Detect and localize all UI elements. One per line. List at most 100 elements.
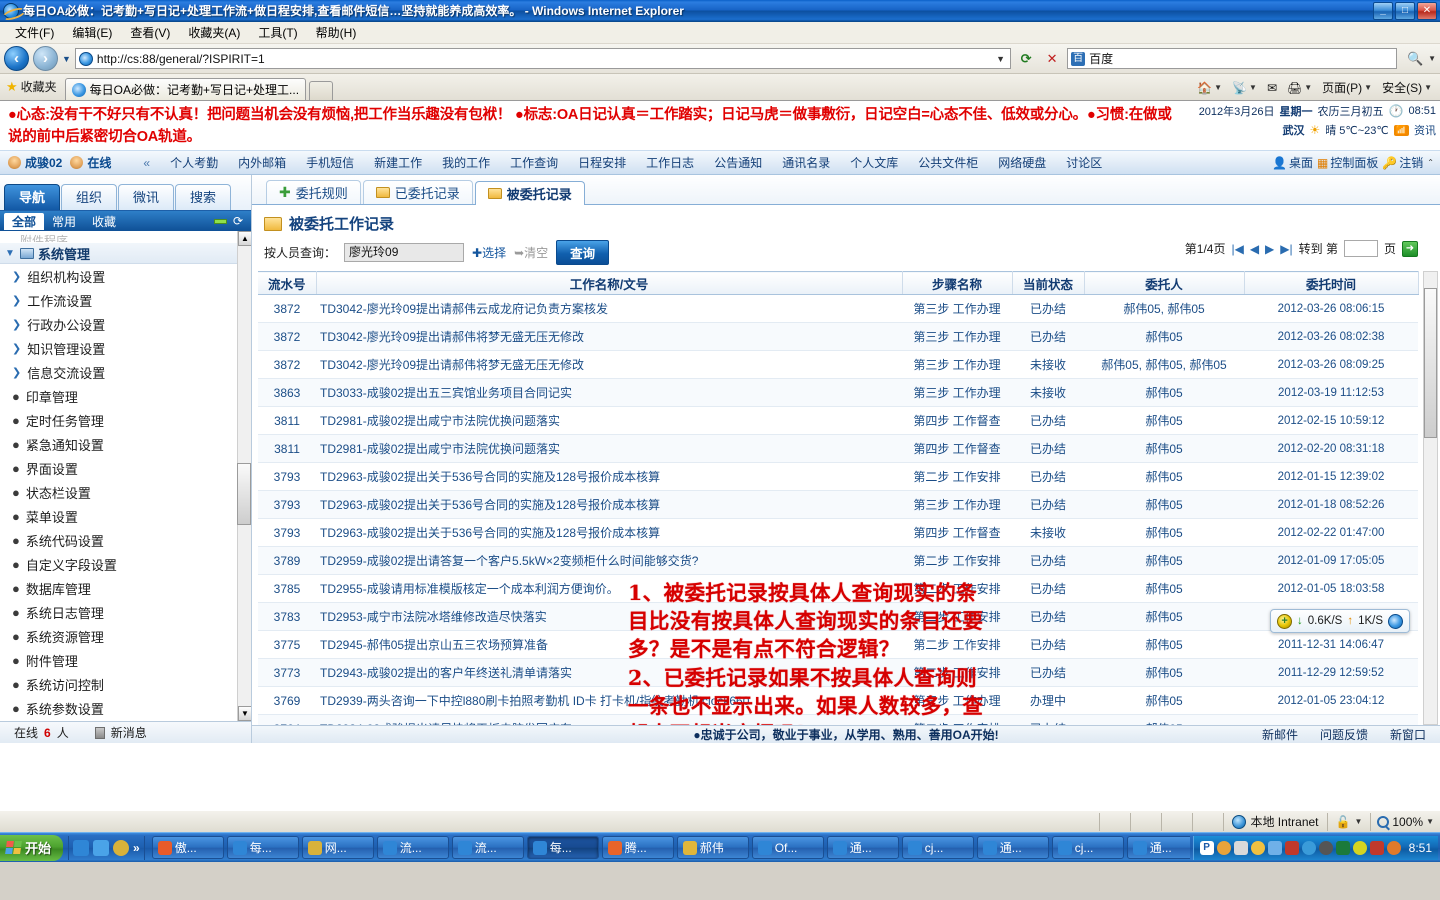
protected-mode-indicator[interactable]: 🔓 ▼ xyxy=(1328,815,1371,829)
sidebar-item[interactable]: ❯ 信息交流设置 xyxy=(0,360,237,384)
menu-favorites[interactable]: 收藏夹(A) xyxy=(179,22,249,43)
refresh-button[interactable]: ⟳ xyxy=(1015,48,1037,70)
nav-collapse-icon[interactable]: « xyxy=(133,156,160,170)
cell-work-name[interactable]: TD2943-成骏02提出的客户年终送礼清单请落实 xyxy=(316,658,902,687)
menu-edit[interactable]: 编辑(E) xyxy=(63,22,121,43)
sidebar-tab-organization[interactable]: 组织 xyxy=(61,184,117,210)
nav-item-my-work[interactable]: 我的工作 xyxy=(432,154,500,171)
sidebar-item[interactable]: ● 印章管理 xyxy=(0,384,237,408)
col-current-state[interactable]: 当前状态 xyxy=(1012,271,1085,295)
tab-delegated-records[interactable]: 已委托记录 xyxy=(362,180,473,204)
col-delegate-time[interactable]: 委托时间 xyxy=(1244,271,1419,295)
table-row[interactable]: 3793 TD2963-成骏02提出关于536号合同的实施及128号报价成本核算第… xyxy=(258,462,1418,491)
sidebar-item-attachment-program[interactable]: 附件程序 xyxy=(0,231,237,242)
tray-box-icon[interactable] xyxy=(1369,840,1384,855)
tray-antivirus-icon[interactable] xyxy=(1233,840,1248,855)
quicklaunch-search-icon[interactable] xyxy=(113,839,130,856)
sidebar-item[interactable]: ● 附件管理 xyxy=(0,648,237,672)
tray-network-icon[interactable] xyxy=(1267,840,1282,855)
menu-help[interactable]: 帮助(H) xyxy=(307,22,366,43)
minimize-icon[interactable] xyxy=(213,218,227,224)
table-row[interactable]: 3769 TD2939-两头咨询一下中控l880刷卡拍照考勤机 ID卡 打卡机/指… xyxy=(258,686,1418,715)
prev-page-icon[interactable]: ◀ xyxy=(1250,242,1259,256)
taskbar-button[interactable]: 流... xyxy=(376,836,449,859)
table-row[interactable]: 3783 TD2953-咸宁市法院冰塔维修改造尽快落实 第二步 工作安排 已办结 郝伟0… xyxy=(258,602,1418,631)
quicklaunch-more-icon[interactable]: » xyxy=(133,841,140,855)
feeds-button[interactable]: 📡 ▼ xyxy=(1228,80,1261,96)
sidebar-item[interactable]: ● 系统代码设置 xyxy=(0,528,237,552)
sidebar-item[interactable]: ● 状态栏设置 xyxy=(0,480,237,504)
sidebar-item[interactable]: ❯ 工作流设置 xyxy=(0,288,237,312)
mail-button[interactable]: ✉ xyxy=(1263,80,1281,96)
col-work-name[interactable]: 工作名称/文号 xyxy=(316,271,903,295)
first-page-icon[interactable]: |◀ xyxy=(1231,242,1243,256)
tray-star-icon[interactable] xyxy=(1250,840,1265,855)
refresh-icon[interactable]: ⟳ xyxy=(233,214,243,228)
sidebar-item[interactable]: ❯ 行政办公设置 xyxy=(0,312,237,336)
nav-item-contacts[interactable]: 通讯名录 xyxy=(772,154,840,171)
minimize-button[interactable]: _ xyxy=(1373,1,1393,20)
cell-work-name[interactable]: TD2955-成骏请用标准模版核定一个成本利润方便询价。 xyxy=(316,574,902,603)
menu-view[interactable]: 查看(V) xyxy=(121,22,179,43)
sidebar-item[interactable]: ● 系统参数设置 xyxy=(0,696,237,720)
table-row[interactable]: 3793 TD2963-成骏02提出关于536号合同的实施及128号报价成本核算第… xyxy=(258,518,1418,547)
news-link[interactable]: 资讯 xyxy=(1414,122,1436,138)
forward-button[interactable]: › xyxy=(33,46,58,71)
security-zone[interactable]: 本地 Intranet xyxy=(1224,813,1326,830)
query-button[interactable]: 查询 xyxy=(556,240,610,265)
nav-item-personal-library[interactable]: 个人文库 xyxy=(840,154,908,171)
logout-link[interactable]: 🔑 注销 xyxy=(1382,154,1423,171)
tray-download-icon[interactable] xyxy=(1335,840,1350,855)
search-input[interactable]: 百 百度 xyxy=(1067,48,1398,69)
nav-item-new-work[interactable]: 新建工作 xyxy=(364,154,432,171)
table-row[interactable]: 3773 TD2943-成骏02提出的客户年终送礼清单请落实 第二步 工作安排 已办结… xyxy=(258,658,1418,687)
select-person-link[interactable]: ✚选择 xyxy=(472,244,506,261)
sidebar-item[interactable]: ● 自定义字段设置 xyxy=(0,552,237,576)
filter-common[interactable]: 常用 xyxy=(44,213,84,230)
sidebar-item[interactable]: ● 数据库管理 xyxy=(0,576,237,600)
control-panel-link[interactable]: ▦ 控制面板 xyxy=(1317,154,1378,171)
cell-work-name[interactable]: TD3042-廖光玲09提出请郝伟将梦无盛无压无修改 xyxy=(316,350,902,379)
stop-button[interactable]: ✕ xyxy=(1041,48,1063,70)
browser-icon[interactable] xyxy=(1388,613,1403,629)
footer-feedback-link[interactable]: 问题反馈 xyxy=(1320,726,1368,743)
tray-pen-icon[interactable] xyxy=(1284,840,1299,855)
cell-work-name[interactable]: TD3033-成骏02提出五三宾馆业务项目合同记实 xyxy=(316,378,902,407)
zoom-control[interactable]: 100% ▼ xyxy=(1371,815,1440,829)
sidebar-tab-search[interactable]: 搜索 xyxy=(175,184,231,210)
taskbar-button[interactable]: 腾... xyxy=(601,836,674,859)
sidebar-item[interactable]: ❯ 知识管理设置 xyxy=(0,336,237,360)
nav-item-attendance[interactable]: 个人考勤 xyxy=(160,154,228,171)
table-row[interactable]: 3872 TD3042-廖光玲09提出请郝伟将梦无盛无压无修改 第三步 工作办理 已办… xyxy=(258,322,1418,351)
table-row[interactable]: 3872 TD3042-廖光玲09提出请郝伟云成龙府记负责方案核发 第三步 工作办理… xyxy=(258,294,1418,323)
start-button[interactable]: 开始 xyxy=(0,834,64,861)
col-serial[interactable]: 流水号 xyxy=(258,271,317,295)
zoom-dropdown-icon[interactable]: ▼ xyxy=(1426,817,1434,826)
search-dropdown-icon[interactable]: ▼ xyxy=(1428,54,1436,63)
cell-work-name[interactable]: TD2959-成骏02提出请答复一个客户5.5kW×2变频柜什么时间能够交货? xyxy=(316,546,902,575)
tray-update-icon[interactable] xyxy=(1352,840,1367,855)
sidebar-item[interactable]: ●系统接口设置 xyxy=(0,720,237,721)
goto-page-input[interactable] xyxy=(1343,240,1378,257)
sidebar-item[interactable]: ● 界面设置 xyxy=(0,456,237,480)
cell-work-name[interactable]: TD2981-成骏02提出咸宁市法院优换问题落实 xyxy=(316,406,902,435)
sidebar-tab-navigation[interactable]: 导航 xyxy=(4,184,60,210)
table-row[interactable]: 3764TD2934-02成骏提出请尽快将平板电脑发回广东第二步 工作安排已办结… xyxy=(258,714,1418,725)
col-step-name[interactable]: 步骤名称 xyxy=(902,271,1013,295)
taskbar-button[interactable]: Of... xyxy=(751,836,824,859)
nav-item-sms[interactable]: 手机短信 xyxy=(296,154,364,171)
safety-menu-button[interactable]: 安全(S) ▼ xyxy=(1378,78,1436,97)
sidebar-item[interactable]: ● 菜单设置 xyxy=(0,504,237,528)
table-row[interactable]: 3789 TD2959-成骏02提出请答复一个客户5.5kW×2变频柜什么时间能够… xyxy=(258,546,1418,575)
cell-work-name[interactable]: TD2945-郝伟05提出京山五三农场预算准备 xyxy=(316,630,902,659)
tab-received-delegation-records[interactable]: 被委托记录 xyxy=(474,181,585,205)
sidebar-item[interactable]: ● 系统资源管理 xyxy=(0,624,237,648)
sidebar-item[interactable]: ❯ 组织机构设置 xyxy=(0,264,237,288)
taskbar-button[interactable]: 通... xyxy=(826,836,899,859)
table-row[interactable]: 3811 TD2981-成骏02提出咸宁市法院优换问题落实 第四步 工作督查 已办结郝… xyxy=(258,434,1418,463)
rss-icon[interactable]: 📶 xyxy=(1393,124,1409,136)
back-button[interactable]: ‹ xyxy=(4,46,29,71)
tray-disk-icon[interactable] xyxy=(1301,840,1316,855)
network-speed-widget[interactable]: ↓ 0.6K/S ↑ 1K/S xyxy=(1270,609,1410,633)
new-message-link[interactable]: 新消息 xyxy=(111,724,147,741)
